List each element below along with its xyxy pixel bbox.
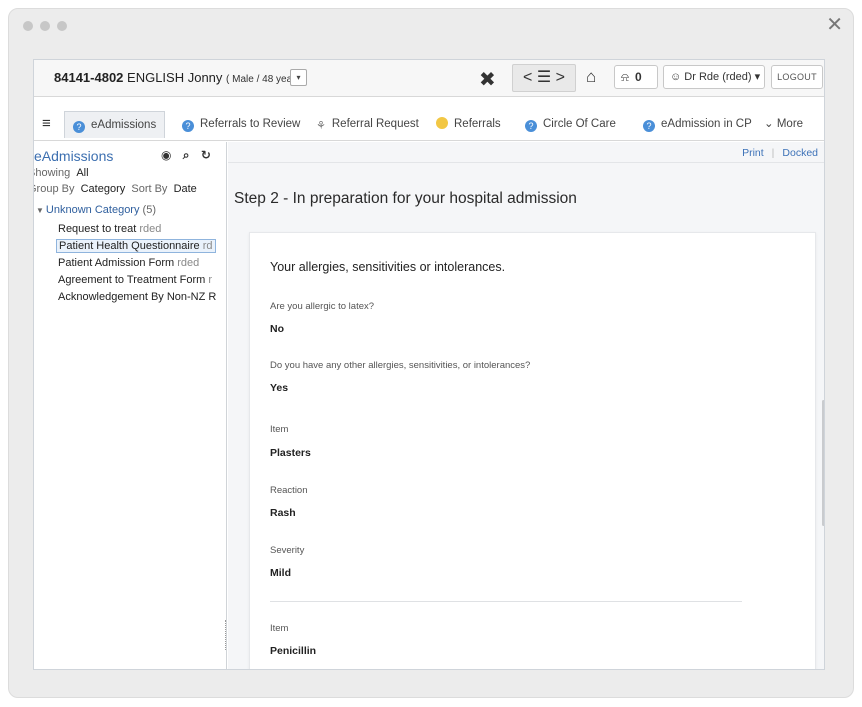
info-icon: ?	[525, 120, 537, 132]
list-item[interactable]: Agreement to Treatment Form r	[58, 274, 212, 286]
showing-value: All	[76, 167, 89, 179]
title-bar: ✕	[9, 9, 853, 45]
group-by-label: Group By	[34, 183, 75, 195]
window-close-icon[interactable]: ✕	[826, 15, 843, 35]
panel-resize-handle[interactable]	[225, 620, 226, 650]
chevron-down-icon: ▾	[754, 71, 761, 83]
page-title: Step 2 - In preparation for your hospita…	[234, 190, 577, 207]
tab-referrals[interactable]: Referrals	[428, 111, 509, 138]
info-icon: ?	[73, 121, 85, 133]
sidebar-tools-icons[interactable]: ◉ ⌕ ↻	[161, 148, 215, 163]
sidebar-title: eAdmissions	[34, 148, 114, 164]
home-icon[interactable]: ⌂	[586, 67, 596, 87]
question-label: Are you allergic to latex?	[270, 301, 375, 312]
tab-label: Referrals to Review	[200, 118, 301, 130]
tab-referrals-to-review[interactable]: ? Referrals to Review	[174, 111, 308, 138]
info-icon: ?	[182, 120, 194, 132]
referral-icon: ⚘	[316, 120, 326, 132]
notifications-button[interactable]: ⍾ 0	[614, 65, 658, 89]
expand-triangle-icon: ▼	[36, 206, 44, 215]
question-label: Do you have any other allergies, sensiti…	[270, 360, 531, 371]
main-content: Print | Docked Step 2 - In preparation for…	[228, 142, 824, 669]
window-dot-close[interactable]	[23, 21, 33, 31]
category-count: (5)	[142, 204, 156, 216]
tab-label: Referral Request	[331, 118, 419, 130]
window-dot-zoom[interactable]	[57, 21, 67, 31]
patient-banner: 84141-4802 ENGLISH Jonny ( Male / 48 yea…	[54, 70, 307, 85]
answer-value: Mild	[270, 567, 291, 579]
notification-count: 0	[634, 70, 642, 84]
category-group-unknown[interactable]: ▼ Unknown Category (5)	[36, 204, 156, 216]
allergies-card: Your allergies, sensitivities or intoler…	[249, 232, 816, 669]
group-by-value: Category	[80, 183, 126, 195]
list-item[interactable]: Acknowledgement By Non-NZ R	[58, 291, 216, 303]
divider	[228, 162, 824, 163]
chevron-down-icon: ⌄	[764, 118, 774, 130]
patient-header: 84141-4802 ENGLISH Jonny ( Male / 48 yea…	[34, 60, 824, 97]
user-menu-button[interactable]: ☺ Dr Rde (rded) ▾	[663, 65, 765, 89]
list-item[interactable]: Request to treat rded	[58, 223, 161, 235]
section-title: Your allergies, sensitivities or intoler…	[270, 260, 506, 274]
category-name: Unknown Category	[45, 204, 140, 216]
print-link[interactable]: Print	[742, 147, 764, 159]
list-item-label: Acknowledgement By Non-NZ R	[58, 291, 217, 303]
sun-icon	[436, 117, 448, 129]
tab-circle-of-care[interactable]: ? Circle Of Care	[517, 111, 624, 138]
patient-list-nav-button[interactable]: < ☰ >	[512, 64, 576, 92]
patient-dropdown-button[interactable]: ▾	[290, 69, 307, 86]
answer-value: Penicillin	[270, 645, 317, 657]
answer-value: Rash	[270, 507, 296, 519]
bell-icon: ⍾	[621, 70, 629, 84]
question-label: Item	[270, 623, 289, 634]
tab-label: Circle Of Care	[543, 118, 616, 130]
user-icon: ☺	[670, 71, 682, 83]
list-item-label: Agreement to Treatment Form	[58, 274, 206, 286]
group-sort-controls[interactable]: Group By Category Sort By Date	[34, 183, 197, 195]
list-item[interactable]: Patient Health Questionnaire rd	[56, 239, 216, 253]
list-item-suffix: rd	[202, 240, 213, 252]
logout-button[interactable]: LOGOUT	[771, 65, 823, 89]
tab-eadmissions[interactable]: ? eAdmissions	[64, 111, 166, 138]
tab-referral-request[interactable]: ⚘ Referral Request	[308, 111, 427, 138]
tab-label: Referrals	[454, 118, 501, 130]
tab-more[interactable]: ⌄ More	[756, 111, 811, 138]
list-item-suffix: rded	[177, 257, 200, 269]
docked-link[interactable]: Docked	[782, 147, 818, 159]
showing-filter[interactable]: Showing All	[34, 167, 89, 179]
answer-value: No	[270, 323, 284, 335]
sidebar: eAdmissions ◉ ⌕ ↻ Showing All Group By C…	[34, 142, 227, 669]
patient-name: ENGLISH Jonny	[127, 70, 223, 85]
sort-by-value: Date	[173, 183, 197, 195]
list-item[interactable]: Patient Admission Form rded	[58, 257, 199, 269]
info-icon: ?	[643, 120, 655, 132]
list-item-label: Patient Health Questionnaire	[59, 240, 200, 252]
question-label: Severity	[270, 545, 305, 556]
answer-value: Plasters	[270, 447, 311, 459]
item-divider	[270, 601, 742, 602]
app-container: 84141-4802 ENGLISH Jonny ( Male / 48 yea…	[33, 59, 825, 670]
tab-eadmission-in-cp[interactable]: ? eAdmission in CP	[635, 111, 760, 138]
user-label: Dr Rde (rded)	[684, 71, 752, 83]
list-item-suffix: rded	[139, 223, 162, 235]
close-patient-icon[interactable]: ✖	[479, 67, 496, 92]
list-item-label: Patient Admission Form	[58, 257, 175, 269]
question-label: Item	[270, 424, 289, 435]
hamburger-menu-icon[interactable]: ≡	[42, 115, 51, 132]
sort-by-label: Sort By	[131, 183, 168, 195]
tab-label: eAdmissions	[91, 119, 157, 131]
scrollbar[interactable]	[822, 400, 824, 526]
patient-id: 84141-4802	[54, 70, 124, 85]
tab-bar: ≡ ? eAdmissions ? Referrals to Review ⚘ Ref…	[34, 107, 824, 141]
answer-value: Yes	[270, 382, 289, 394]
question-label: Reaction	[270, 485, 308, 496]
list-item-suffix: r	[208, 274, 213, 286]
showing-label: Showing	[34, 167, 71, 179]
list-item-label: Request to treat	[58, 223, 137, 235]
document-actions: Print | Docked	[742, 147, 818, 159]
tab-label: More	[776, 118, 804, 130]
tab-label: eAdmission in CP	[661, 118, 752, 130]
window-dot-minimize[interactable]	[40, 21, 50, 31]
